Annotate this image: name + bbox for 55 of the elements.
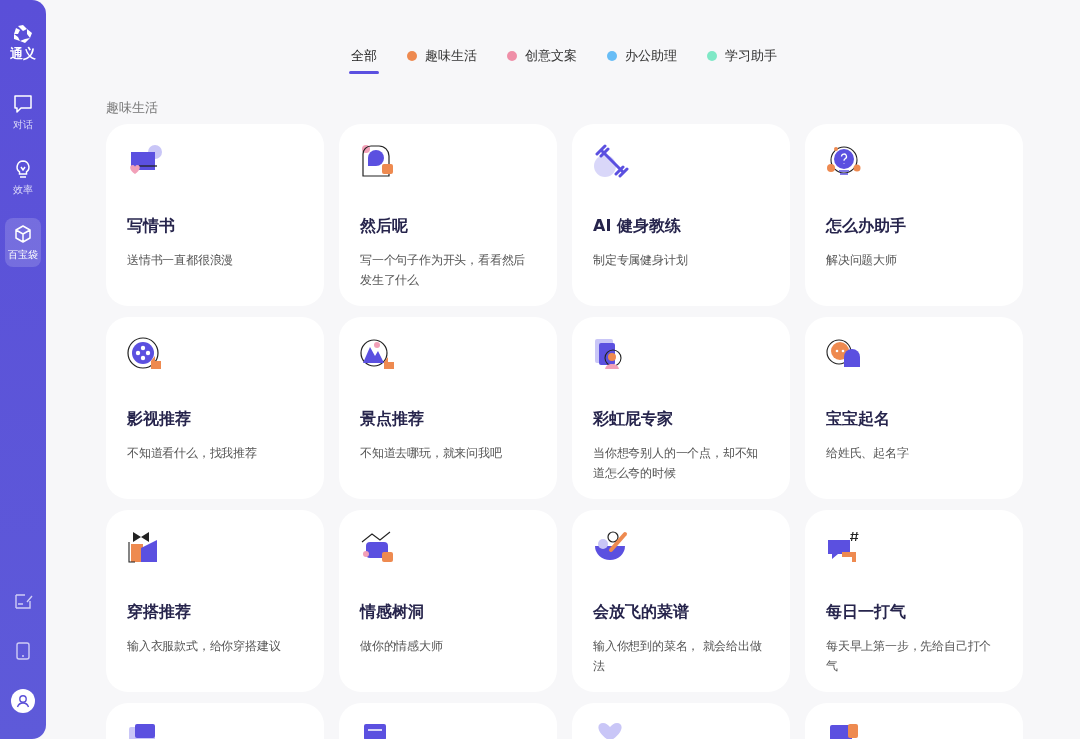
card-title: 彩虹屁专家 [593,408,674,430]
assistant-card[interactable]: AI 健身教练 制定专属健身计划 [572,124,790,306]
card-description: 解决问题大师 [826,252,898,269]
card-description: 写一个句子作为开头，看看然后发生了什么 [360,252,527,289]
section-title: 趣味生活 [106,98,159,117]
assistant-card[interactable]: 情感树洞 做你的情感大师 [339,510,557,692]
card-title: 怎么办助手 [826,215,907,237]
category-tab[interactable]: 创意文案 [507,46,577,74]
card-description: 不知道看什么，找我推荐 [127,445,258,462]
card-description: 制定专属健身计划 [593,252,689,269]
chat-icon [13,93,33,114]
assistant-card[interactable]: 景点推荐 不知道去哪玩，就来问我吧 [339,317,557,499]
card-title: 景点推荐 [360,408,425,430]
category-tab[interactable]: 趣味生活 [407,46,477,74]
category-tab[interactable]: 全部 [351,46,377,74]
logo-icon [12,24,34,44]
card-description: 给姓氏、起名字 [826,445,910,462]
assistant-card[interactable]: 写情书 送情书一直都很浪漫 [106,124,324,306]
tablet-icon [13,641,33,661]
card-title: AI 健身教练 [593,215,682,237]
card-title: 然后呢 [360,215,409,237]
logo-text: 通义 [10,45,36,63]
card-description: 当你想夸别人的一个点，却不知道怎么夸的时候 [593,445,760,482]
card-description: 不知道去哪玩，就来问我吧 [360,445,503,462]
card-title: 影视推荐 [127,408,192,430]
avatar-icon [11,689,35,713]
lightbulb-icon [13,158,33,179]
sidebar-item[interactable]: 对话 [5,87,41,137]
card-title: 穿搭推荐 [127,601,192,623]
card-description: 输入衣服款式，给你穿搭建议 [127,638,282,655]
assistant-card[interactable]: 怎么办助手 解决问题大师 [805,124,1023,306]
card-description: 每天早上第一步，先给自己打个气 [826,638,993,675]
category-tab[interactable]: 办公助理 [607,46,677,74]
card-title: 宝宝起名 [826,408,891,430]
assistant-card[interactable]: 影视推荐 不知道看什么，找我推荐 [106,317,324,499]
assistant-card[interactable]: 彩虹屁专家 当你想夸别人的一个点，却不知道怎么夸的时候 [572,317,790,499]
assistant-card[interactable]: 穿搭推荐 输入衣服款式，给你穿搭建议 [106,510,324,692]
card-description: 送情书一直都很浪漫 [127,252,235,269]
card-title: 写情书 [127,215,176,237]
cube-icon [13,223,33,244]
card-title: 会放飞的菜谱 [593,601,690,623]
card-title: 情感树洞 [360,601,425,623]
dumbbell-icon [593,144,629,180]
edit-icon [13,591,33,611]
sidebar-item[interactable]: 百宝袋 [5,217,41,267]
card-description: 做你的情感大师 [360,638,444,655]
category-tab[interactable]: 学习助手 [707,46,777,74]
card-title: 每日一打气 [826,601,907,623]
speech-bubble-icon [360,144,396,180]
assistant-card[interactable]: 然后呢 写一个句子作为开头，看看然后发生了什么 [339,124,557,306]
sidebar-item[interactable]: 效率 [5,152,41,202]
assistant-card[interactable]: 宝宝起名 给姓氏、起名字 [805,317,1023,499]
assistant-card[interactable]: 会放飞的菜谱 输入你想到的菜名， 就会给出做法 [572,510,790,692]
card-description: 输入你想到的菜名， 就会给出做法 [593,638,763,675]
assistant-card[interactable]: 每日一打气 每天早上第一步，先给自己打个气 [805,510,1023,692]
